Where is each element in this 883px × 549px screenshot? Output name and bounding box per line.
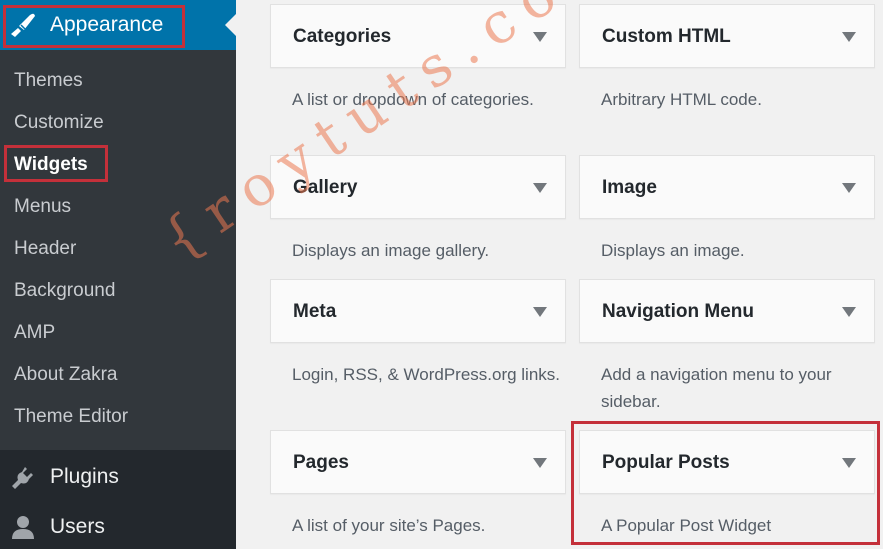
widget-description: A list or dropdown of categories. (292, 90, 534, 109)
widget-header[interactable]: Meta (270, 279, 566, 343)
caret-down-icon[interactable] (533, 307, 547, 317)
submenu-background[interactable]: Background (14, 278, 115, 304)
widget-header[interactable]: Pages (270, 430, 566, 494)
widget-description: Add a navigation menu to your sidebar. (601, 365, 832, 411)
widget-header[interactable]: Navigation Menu (579, 279, 875, 343)
submenu-themes[interactable]: Themes (14, 68, 83, 94)
submenu-theme-editor[interactable]: Theme Editor (14, 404, 128, 430)
submenu-amp[interactable]: AMP (14, 320, 55, 346)
caret-down-icon[interactable] (533, 183, 547, 193)
caret-down-icon[interactable] (533, 32, 547, 42)
submenu-customize[interactable]: Customize (14, 110, 104, 136)
widget-header[interactable]: Gallery (270, 155, 566, 219)
widget-description: Arbitrary HTML code. (601, 90, 762, 109)
menu-plugins-label: Plugins (50, 465, 119, 488)
caret-down-icon[interactable] (842, 183, 856, 193)
widgets-highlight-box (4, 145, 108, 182)
available-widgets: Categories A list or dropdown of categor… (236, 0, 883, 549)
sidebar-bottom-menu: Plugins Users (0, 450, 236, 549)
caret-down-icon[interactable] (842, 32, 856, 42)
widget-header[interactable]: Image (579, 155, 875, 219)
widget-description: Displays an image gallery. (292, 241, 490, 260)
widget-title: Gallery (293, 177, 358, 198)
widget-description: A list of your site’s Pages. (292, 516, 486, 535)
widget-title: Navigation Menu (602, 301, 755, 322)
submenu-about-zakra[interactable]: About Zakra (14, 362, 118, 388)
widget-title: Categories (293, 26, 392, 47)
widget-description: Login, RSS, & WordPress.org links. (292, 365, 561, 384)
menu-plugins[interactable]: Plugins (0, 452, 236, 502)
menu-users[interactable]: Users (0, 502, 236, 549)
admin-sidebar: Appearance Themes Customize Widgets Menu… (0, 0, 237, 549)
popular-posts-highlight-box (571, 421, 880, 545)
widget-title: Custom HTML (602, 26, 731, 47)
caret-down-icon[interactable] (842, 307, 856, 317)
plug-icon (12, 467, 33, 489)
submenu-header[interactable]: Header (14, 236, 76, 262)
menu-users-label: Users (50, 515, 105, 538)
submenu-menus[interactable]: Menus (14, 194, 71, 220)
widget-title: Pages (293, 452, 349, 473)
caret-down-icon[interactable] (533, 458, 547, 468)
widget-header[interactable]: Custom HTML (579, 4, 875, 68)
appearance-highlight-box (3, 5, 185, 48)
widget-title: Meta (293, 301, 337, 322)
user-icon (12, 516, 34, 539)
widget-description: Displays an image. (601, 241, 745, 260)
widget-header[interactable]: Categories (270, 4, 566, 68)
widget-title: Image (602, 177, 657, 198)
